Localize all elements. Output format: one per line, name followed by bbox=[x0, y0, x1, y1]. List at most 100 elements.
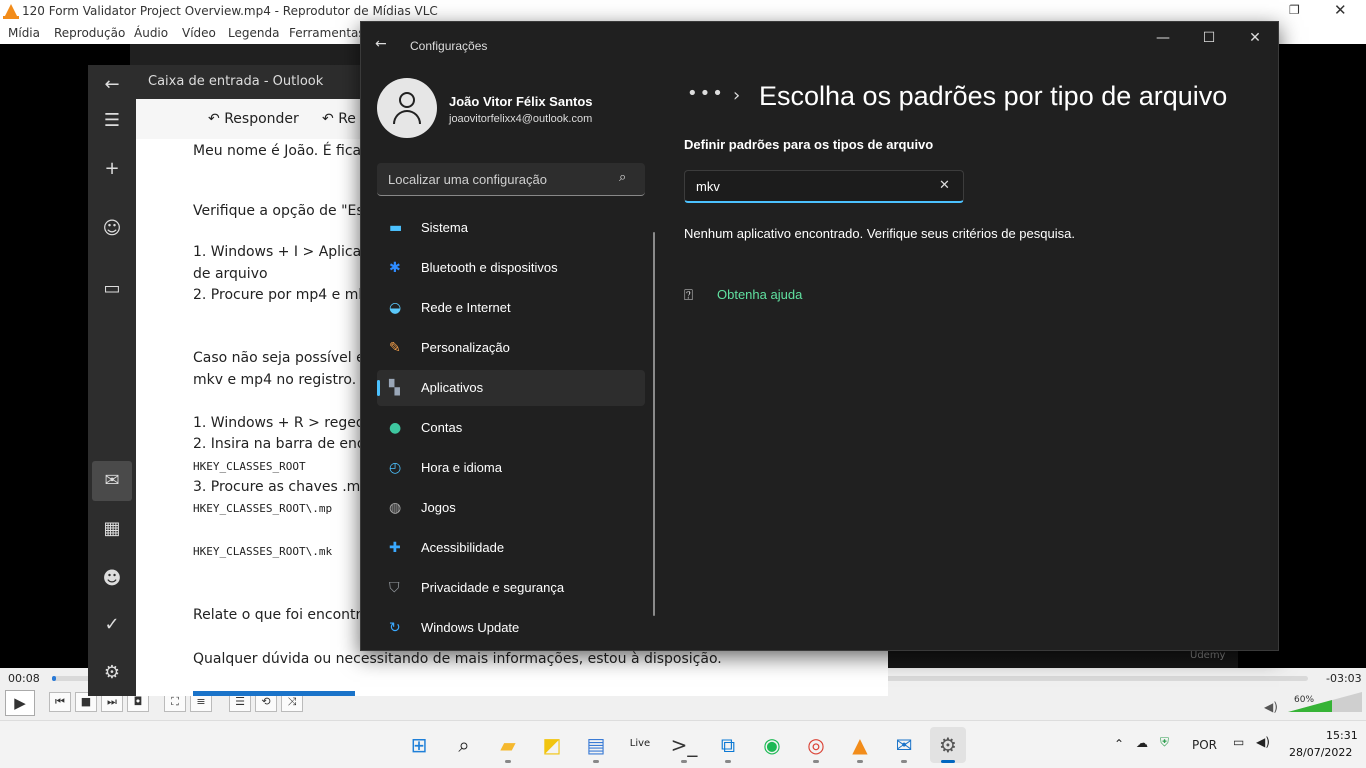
restore-icon[interactable]: ❐ bbox=[1289, 3, 1300, 17]
speaker-icon[interactable]: ◀) bbox=[1256, 735, 1270, 749]
taskbar-terminal-button[interactable]: >_ bbox=[666, 727, 702, 763]
running-indicator bbox=[505, 760, 511, 763]
clock-date[interactable]: 28/07/2022 bbox=[1289, 746, 1352, 759]
settings-title: Configurações bbox=[410, 39, 488, 53]
taskbar-spotify-button[interactable]: ◉ bbox=[754, 727, 790, 763]
security-tray-icon[interactable]: ⛨ bbox=[1160, 735, 1169, 750]
close-icon[interactable]: ✕ bbox=[1334, 1, 1347, 19]
running-indicator bbox=[681, 760, 687, 763]
bluetooth-icon: ✱ bbox=[389, 260, 401, 276]
taskbar-vlc-button[interactable]: ▲ bbox=[842, 727, 878, 763]
menu-midia[interactable]: Mídia bbox=[8, 26, 40, 40]
breadcrumb-overflow[interactable]: ••• bbox=[687, 83, 725, 104]
sidebar-item-rede-e-internet[interactable]: ◒ Rede e Internet bbox=[377, 290, 645, 326]
play-button[interactable]: ▶ bbox=[5, 690, 35, 716]
sidebar-item-label: Acessibilidade bbox=[421, 540, 505, 555]
sidebar-item-hora-e-idioma[interactable]: ◴ Hora e idioma bbox=[377, 450, 645, 486]
menu-audio[interactable]: Áudio bbox=[134, 26, 168, 40]
clock-time[interactable]: 15:31 bbox=[1326, 729, 1358, 742]
email-line: HKEY_CLASSES_ROOT\.mp bbox=[193, 502, 333, 515]
wifi-icon: ◒ bbox=[389, 300, 402, 316]
taskbar-search-button[interactable]: ⌕ bbox=[446, 727, 482, 763]
gamepad-icon: ◍ bbox=[389, 500, 402, 516]
email-line: 2. Procure por mp4 e mk bbox=[193, 287, 367, 303]
email-line: Meu nome é João. É ficar bbox=[193, 143, 367, 159]
sidebar-item-sistema[interactable]: ▬ Sistema bbox=[377, 210, 645, 246]
sidebar-item-label: Privacidade e segurança bbox=[421, 580, 565, 595]
gear-icon[interactable]: ⚙ bbox=[92, 653, 132, 693]
minimize-icon[interactable]: — bbox=[1151, 30, 1175, 46]
sidebar-item-aplicativos[interactable]: ▚ Aplicativos bbox=[377, 370, 645, 406]
maximize-icon[interactable]: ☐ bbox=[1197, 30, 1221, 46]
sidebar-item-label: Windows Update bbox=[421, 620, 520, 635]
hamburger-icon[interactable]: ☰ bbox=[92, 101, 132, 141]
file-type-search-input[interactable]: mkv ✕ bbox=[684, 170, 964, 203]
clear-icon[interactable]: ✕ bbox=[939, 178, 950, 193]
taskbar-settings-button[interactable]: ⚙ bbox=[930, 727, 966, 763]
taskbar-start-button[interactable]: ⊞ bbox=[401, 727, 437, 763]
folder-icon[interactable]: ▭ bbox=[92, 269, 132, 309]
mail-icon[interactable]: ✉ bbox=[92, 461, 132, 501]
sidebar-item-contas[interactable]: ● Contas bbox=[377, 410, 645, 446]
avatar[interactable] bbox=[377, 78, 437, 138]
back-arrow-icon[interactable]: ← bbox=[92, 65, 132, 105]
account-icon[interactable]: ☺ bbox=[92, 209, 132, 249]
sidebar-item-windows-update[interactable]: ↻ Windows Update bbox=[377, 610, 645, 646]
email-line: Qualquer dúvida ou necessitando de mais … bbox=[193, 651, 722, 667]
vscode-icon: ⧉ bbox=[720, 733, 736, 757]
email-line: 2. Insira na barra de ende bbox=[193, 436, 375, 452]
email-line: Verifique a opção de "Esc bbox=[193, 203, 372, 219]
sidebar-item-jogos[interactable]: ◍ Jogos bbox=[377, 490, 645, 526]
cloud-icon[interactable]: ☁ bbox=[1136, 736, 1148, 750]
apps-icon: ▚ bbox=[389, 380, 400, 396]
nav-scrollbar[interactable] bbox=[653, 232, 655, 616]
taskbar-chrome-button[interactable]: ◎ bbox=[798, 727, 834, 763]
menu-legenda[interactable]: Legenda bbox=[228, 26, 279, 40]
accessibility-icon: ✚ bbox=[389, 540, 401, 556]
display-icon[interactable]: ▭ bbox=[1233, 735, 1244, 749]
todo-icon[interactable]: ✓ bbox=[92, 605, 132, 645]
menu-ferramentas[interactable]: Ferramentas bbox=[289, 26, 365, 40]
menu-reproducao[interactable]: Reprodução bbox=[54, 26, 125, 40]
accounts-icon: ● bbox=[389, 420, 402, 436]
calendar-icon[interactable]: ▦ bbox=[92, 509, 132, 549]
outlook-hscrollbar[interactable] bbox=[193, 691, 355, 696]
settings-window: ← Configurações — ☐ ✕ João Vitor Félix S… bbox=[360, 21, 1279, 651]
sidebar-item-label: Hora e idioma bbox=[421, 460, 502, 475]
previous-button[interactable]: ⏮ bbox=[49, 692, 71, 712]
settings-search-placeholder: Localizar uma configuração bbox=[388, 172, 547, 187]
taskbar-live-button[interactable]: Live bbox=[622, 727, 658, 763]
file-explorer-icon: ▰ bbox=[500, 733, 516, 757]
email-line: HKEY_CLASSES_ROOT\.mk bbox=[193, 545, 333, 558]
sidebar-item-privacidade-e-seguran-a[interactable]: ⛉ Privacidade e segurança bbox=[377, 570, 645, 606]
settings-search-input[interactable]: Localizar uma configuração ⌕ bbox=[377, 163, 645, 196]
people-icon[interactable]: ☻ bbox=[92, 559, 132, 599]
get-help-link[interactable]: Obtenha ajuda bbox=[717, 287, 802, 302]
sidebar-item-acessibilidade[interactable]: ✚ Acessibilidade bbox=[377, 530, 645, 566]
reply-all-icon: ↶ bbox=[322, 111, 339, 127]
new-mail-icon[interactable]: + bbox=[92, 149, 132, 189]
email-line: mkv e mp4 no registro. bbox=[193, 372, 357, 388]
language-indicator[interactable]: POR bbox=[1192, 738, 1217, 752]
chevron-up-icon[interactable]: ⌃ bbox=[1114, 737, 1124, 751]
taskbar-file-explorer-button[interactable]: ▰ bbox=[490, 727, 526, 763]
reply-button[interactable]: ↶ Responder bbox=[208, 111, 299, 127]
avatar-head bbox=[399, 92, 415, 108]
reply-all-button[interactable]: ↶ Re bbox=[322, 111, 356, 127]
outlook-title: Caixa de entrada - Outlook bbox=[148, 74, 324, 89]
update-icon: ↻ bbox=[389, 620, 401, 636]
sidebar-item-personaliza-o[interactable]: ✎ Personalização bbox=[377, 330, 645, 366]
volume-icon[interactable]: ◀) bbox=[1264, 700, 1278, 714]
search-icon: ⌕ bbox=[619, 170, 627, 185]
taskbar-sticky-notes-button[interactable]: ◩ bbox=[534, 727, 570, 763]
taskbar-vscode-button[interactable]: ⧉ bbox=[710, 727, 746, 763]
back-arrow-icon[interactable]: ← bbox=[375, 36, 387, 52]
outlook-nav-rail: ← ☰ + ☺ ▭ ✉ ▦ ☻ ✓ ⚙ bbox=[88, 65, 136, 696]
sidebar-item-label: Rede e Internet bbox=[421, 300, 511, 315]
taskbar-notepad-button[interactable]: ▤ bbox=[578, 727, 614, 763]
sidebar-item-bluetooth-e-dispositivos[interactable]: ✱ Bluetooth e dispositivos bbox=[377, 250, 645, 286]
close-icon[interactable]: ✕ bbox=[1243, 30, 1267, 46]
menu-video[interactable]: Vídeo bbox=[182, 26, 216, 40]
notepad-icon: ▤ bbox=[586, 733, 606, 757]
taskbar-mail-button[interactable]: ✉ bbox=[886, 727, 922, 763]
